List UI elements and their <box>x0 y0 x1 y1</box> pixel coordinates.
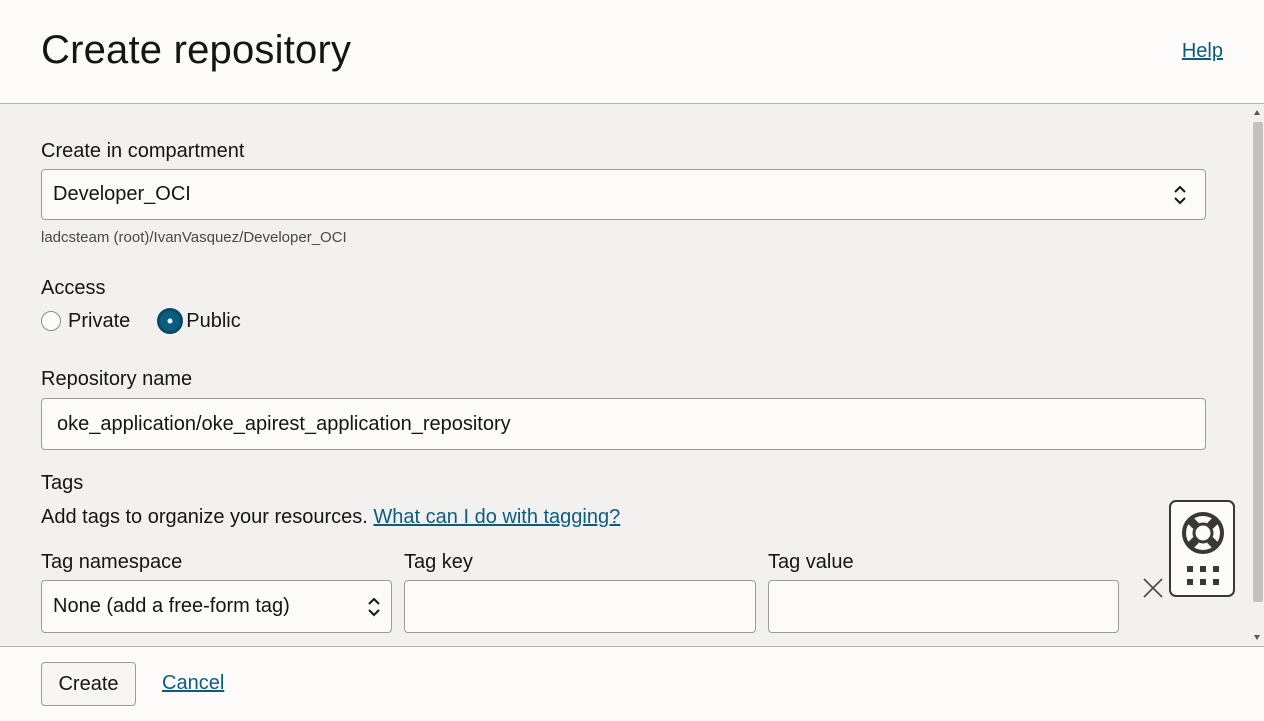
scroll-up-arrow-icon[interactable] <box>1254 110 1260 115</box>
cancel-link[interactable]: Cancel <box>162 672 224 695</box>
tag-value-label: Tag value <box>768 551 854 573</box>
chevron-updown-icon <box>1174 185 1186 204</box>
chevron-updown-icon <box>368 597 380 616</box>
remove-tag-close-icon[interactable] <box>1142 577 1164 599</box>
create-button[interactable]: Create <box>41 662 136 706</box>
panel-footer: Create Cancel <box>0 646 1264 721</box>
tags-description: Add tags to organize your resources. <box>41 506 368 528</box>
public-radio-label[interactable]: Public <box>186 310 240 333</box>
access-radio-group: Private Public <box>41 308 268 334</box>
lifebuoy-icon <box>1182 512 1224 554</box>
help-link[interactable]: Help <box>1182 40 1223 63</box>
scrollbar-thumb[interactable] <box>1253 122 1263 602</box>
help-widget[interactable] <box>1169 500 1235 597</box>
scroll-down-arrow-icon[interactable] <box>1254 635 1260 640</box>
private-radio-label[interactable]: Private <box>68 310 130 333</box>
repository-name-value: oke_application/oke_apirest_application_… <box>57 412 511 435</box>
compartment-select[interactable]: Developer_OCI <box>41 169 1206 220</box>
tag-namespace-select[interactable]: None (add a free-form tag) <box>41 580 392 633</box>
grid-dots-icon <box>1187 566 1219 585</box>
tags-description-row: Add tags to organize your resources. Wha… <box>41 506 620 529</box>
private-radio[interactable] <box>41 311 61 331</box>
access-label: Access <box>41 277 106 299</box>
compartment-select-value: Developer_OCI <box>53 183 191 205</box>
compartment-path: ladcsteam (root)/IvanVasquez/Developer_O… <box>41 229 347 246</box>
repository-name-label: Repository name <box>41 368 193 390</box>
tag-value-input[interactable] <box>768 580 1119 633</box>
tags-heading: Tags <box>41 472 84 494</box>
page-title: Create repository <box>41 28 352 72</box>
tag-namespace-value: None (add a free-form tag) <box>53 595 290 617</box>
tagging-help-link[interactable]: What can I do with tagging? <box>373 506 620 528</box>
tag-namespace-label: Tag namespace <box>41 551 183 573</box>
form-scrollbar[interactable] <box>1250 104 1264 646</box>
repository-name-input[interactable]: oke_application/oke_apirest_application_… <box>41 398 1206 450</box>
panel-header: Create repository Help <box>0 0 1264 104</box>
compartment-label: Create in compartment <box>41 140 245 162</box>
public-radio[interactable] <box>157 308 184 334</box>
tag-key-input[interactable] <box>404 580 756 633</box>
tag-key-label: Tag key <box>404 551 473 573</box>
